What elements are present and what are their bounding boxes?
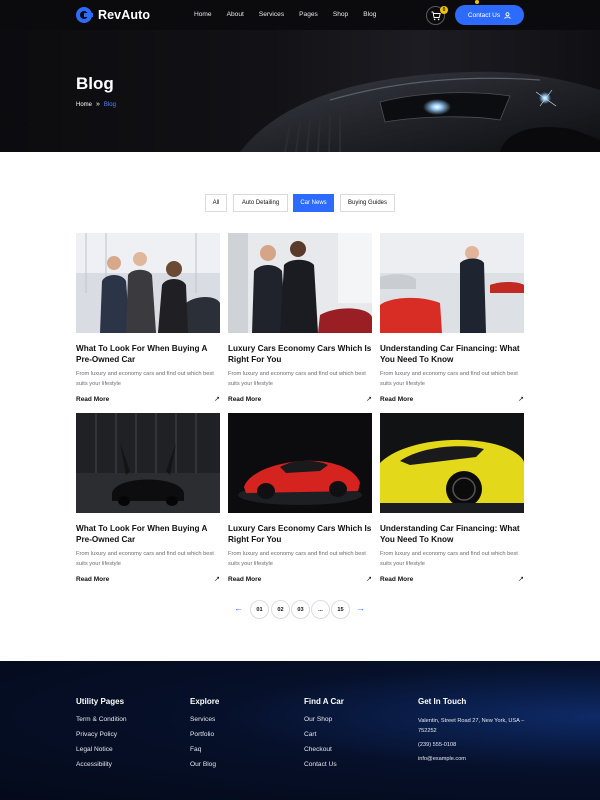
footer-col-find-car: Find A Car Our Shop Cart Checkout Contac… (304, 697, 344, 776)
site-footer: Utility Pages Term & Condition Privacy P… (0, 661, 600, 800)
next-page-arrow-icon[interactable]: → (356, 603, 365, 613)
footer-link[interactable]: Our Shop (304, 716, 344, 723)
logo-mark-icon (76, 7, 93, 23)
post-image[interactable] (380, 413, 524, 513)
footer-heading: Get In Touch (418, 697, 467, 706)
footer-link[interactable]: Term & Condition (76, 716, 127, 723)
top-navbar: RevAuto Home About Services Pages Shop B… (0, 0, 600, 30)
double-chevron-right-icon: » (96, 101, 100, 108)
post-excerpt: From luxury and economy cars and find ou… (380, 551, 518, 567)
blog-card[interactable]: Luxury Cars Economy Cars Which Is Right … (228, 233, 372, 403)
filter-all[interactable]: All (205, 194, 227, 212)
post-excerpt: From luxury and economy cars and find ou… (380, 371, 518, 387)
contact-us-button[interactable]: Contact Us (455, 5, 524, 25)
breadcrumb-current: Blog (103, 101, 116, 108)
filter-car-news[interactable]: Car News (293, 194, 334, 212)
footer-link[interactable]: Contact Us (304, 761, 344, 768)
nav-item-blog[interactable]: Blog (363, 11, 376, 18)
arrow-up-right-icon[interactable]: ↗ (214, 395, 220, 403)
read-more-link[interactable]: Read More (380, 576, 413, 583)
post-excerpt: From luxury and economy cars and find ou… (228, 551, 366, 567)
page-button[interactable]: 03 (291, 600, 310, 619)
footer-col-utility: Utility Pages Term & Condition Privacy P… (76, 697, 127, 776)
footer-link[interactable]: Privacy Policy (76, 731, 127, 738)
read-more-link[interactable]: Read More (228, 396, 261, 403)
arrow-up-right-icon[interactable]: ↗ (518, 575, 524, 583)
nav-item-home[interactable]: Home (194, 11, 212, 18)
blog-card[interactable]: Understanding Car Financing: What You Ne… (380, 413, 524, 583)
brand-logo[interactable]: RevAuto (76, 7, 150, 23)
post-excerpt: From luxury and economy cars and find ou… (228, 371, 366, 387)
arrow-up-right-icon[interactable]: ↗ (366, 395, 372, 403)
breadcrumb: Home » Blog (76, 101, 116, 108)
page-button[interactable]: 01 (250, 600, 269, 619)
arrow-up-right-icon[interactable]: ↗ (214, 575, 220, 583)
nav-item-about[interactable]: About (227, 11, 244, 18)
category-filters: All Auto Detailing Car News Buying Guide… (0, 194, 600, 212)
post-excerpt: From luxury and economy cars and find ou… (76, 551, 214, 567)
footer-link[interactable]: Faq (190, 746, 219, 753)
filter-buying-guides[interactable]: Buying Guides (340, 194, 395, 212)
filter-auto-detailing[interactable]: Auto Detailing (233, 194, 288, 212)
read-more-link[interactable]: Read More (228, 576, 261, 583)
pagination: ← 01 02 03 ... 15 → (0, 600, 600, 619)
page-ellipsis: ... (311, 600, 330, 619)
footer-link[interactable]: Portfolio (190, 731, 219, 738)
post-image[interactable] (76, 233, 220, 333)
footer-link[interactable]: Checkout (304, 746, 344, 753)
post-title[interactable]: Luxury Cars Economy Cars Which Is Right … (228, 523, 372, 545)
post-title[interactable]: What To Look For When Buying A Pre-Owned… (76, 343, 220, 365)
read-more-link[interactable]: Read More (76, 396, 109, 403)
footer-phone[interactable]: (239) 555-0108 (418, 740, 528, 750)
footer-link[interactable]: Services (190, 716, 219, 723)
post-image[interactable] (228, 413, 372, 513)
blog-card[interactable]: What To Look For When Buying A Pre-Owned… (76, 233, 220, 403)
footer-address: Valentin, Street Road 27, New York, USA … (418, 718, 525, 734)
blog-card[interactable]: Understanding Car Financing: What You Ne… (380, 233, 524, 403)
blog-card[interactable]: Luxury Cars Economy Cars Which Is Right … (228, 413, 372, 583)
arrow-up-right-icon[interactable]: ↗ (518, 395, 524, 403)
footer-heading: Utility Pages (76, 697, 125, 706)
post-excerpt: From luxury and economy cars and find ou… (76, 371, 214, 387)
footer-link[interactable]: Accessibility (76, 761, 127, 768)
cart-icon (431, 11, 441, 21)
nav-item-shop[interactable]: Shop (333, 11, 348, 18)
read-more-link[interactable]: Read More (380, 396, 413, 403)
brand-name: RevAuto (98, 8, 151, 22)
footer-col-explore: Explore Services Portfolio Faq Our Blog (190, 697, 219, 776)
page-button[interactable]: 02 (271, 600, 290, 619)
decorative-dot (475, 0, 479, 4)
post-image[interactable] (228, 233, 372, 333)
post-image[interactable] (76, 413, 220, 513)
footer-heading: Find A Car (304, 697, 344, 706)
post-image[interactable] (380, 233, 524, 333)
footer-heading: Explore (190, 697, 220, 706)
nav-item-pages[interactable]: Pages (299, 11, 318, 18)
contact-us-label: Contact Us (467, 11, 501, 19)
prev-page-arrow-icon[interactable]: ← (234, 603, 243, 613)
nav-item-services[interactable]: Services (259, 11, 284, 18)
footer-email[interactable]: info@example.com (418, 754, 528, 764)
footer-link[interactable]: Legal Notice (76, 746, 127, 753)
post-title[interactable]: Understanding Car Financing: What You Ne… (380, 523, 524, 545)
post-title[interactable]: Luxury Cars Economy Cars Which Is Right … (228, 343, 372, 365)
arrow-up-right-icon[interactable]: ↗ (366, 575, 372, 583)
blog-card[interactable]: What To Look For When Buying A Pre-Owned… (76, 413, 220, 583)
footer-col-contact: Get In Touch Valentin, Street Road 27, N… (418, 697, 528, 764)
page-title: Blog (76, 74, 114, 93)
page-button[interactable]: 15 (331, 600, 350, 619)
breadcrumb-home[interactable]: Home (76, 102, 92, 108)
post-title[interactable]: What To Look For When Buying A Pre-Owned… (76, 523, 220, 545)
read-more-link[interactable]: Read More (76, 576, 109, 583)
page-hero: Blog Home » Blog (0, 30, 600, 152)
post-title[interactable]: Understanding Car Financing: What You Ne… (380, 343, 524, 365)
user-icon (504, 11, 511, 19)
footer-link[interactable]: Cart (304, 731, 344, 738)
cart-count-badge: 0 (440, 6, 448, 14)
footer-link[interactable]: Our Blog (190, 761, 219, 768)
main-nav: Home About Services Pages Shop Blog (194, 11, 376, 18)
